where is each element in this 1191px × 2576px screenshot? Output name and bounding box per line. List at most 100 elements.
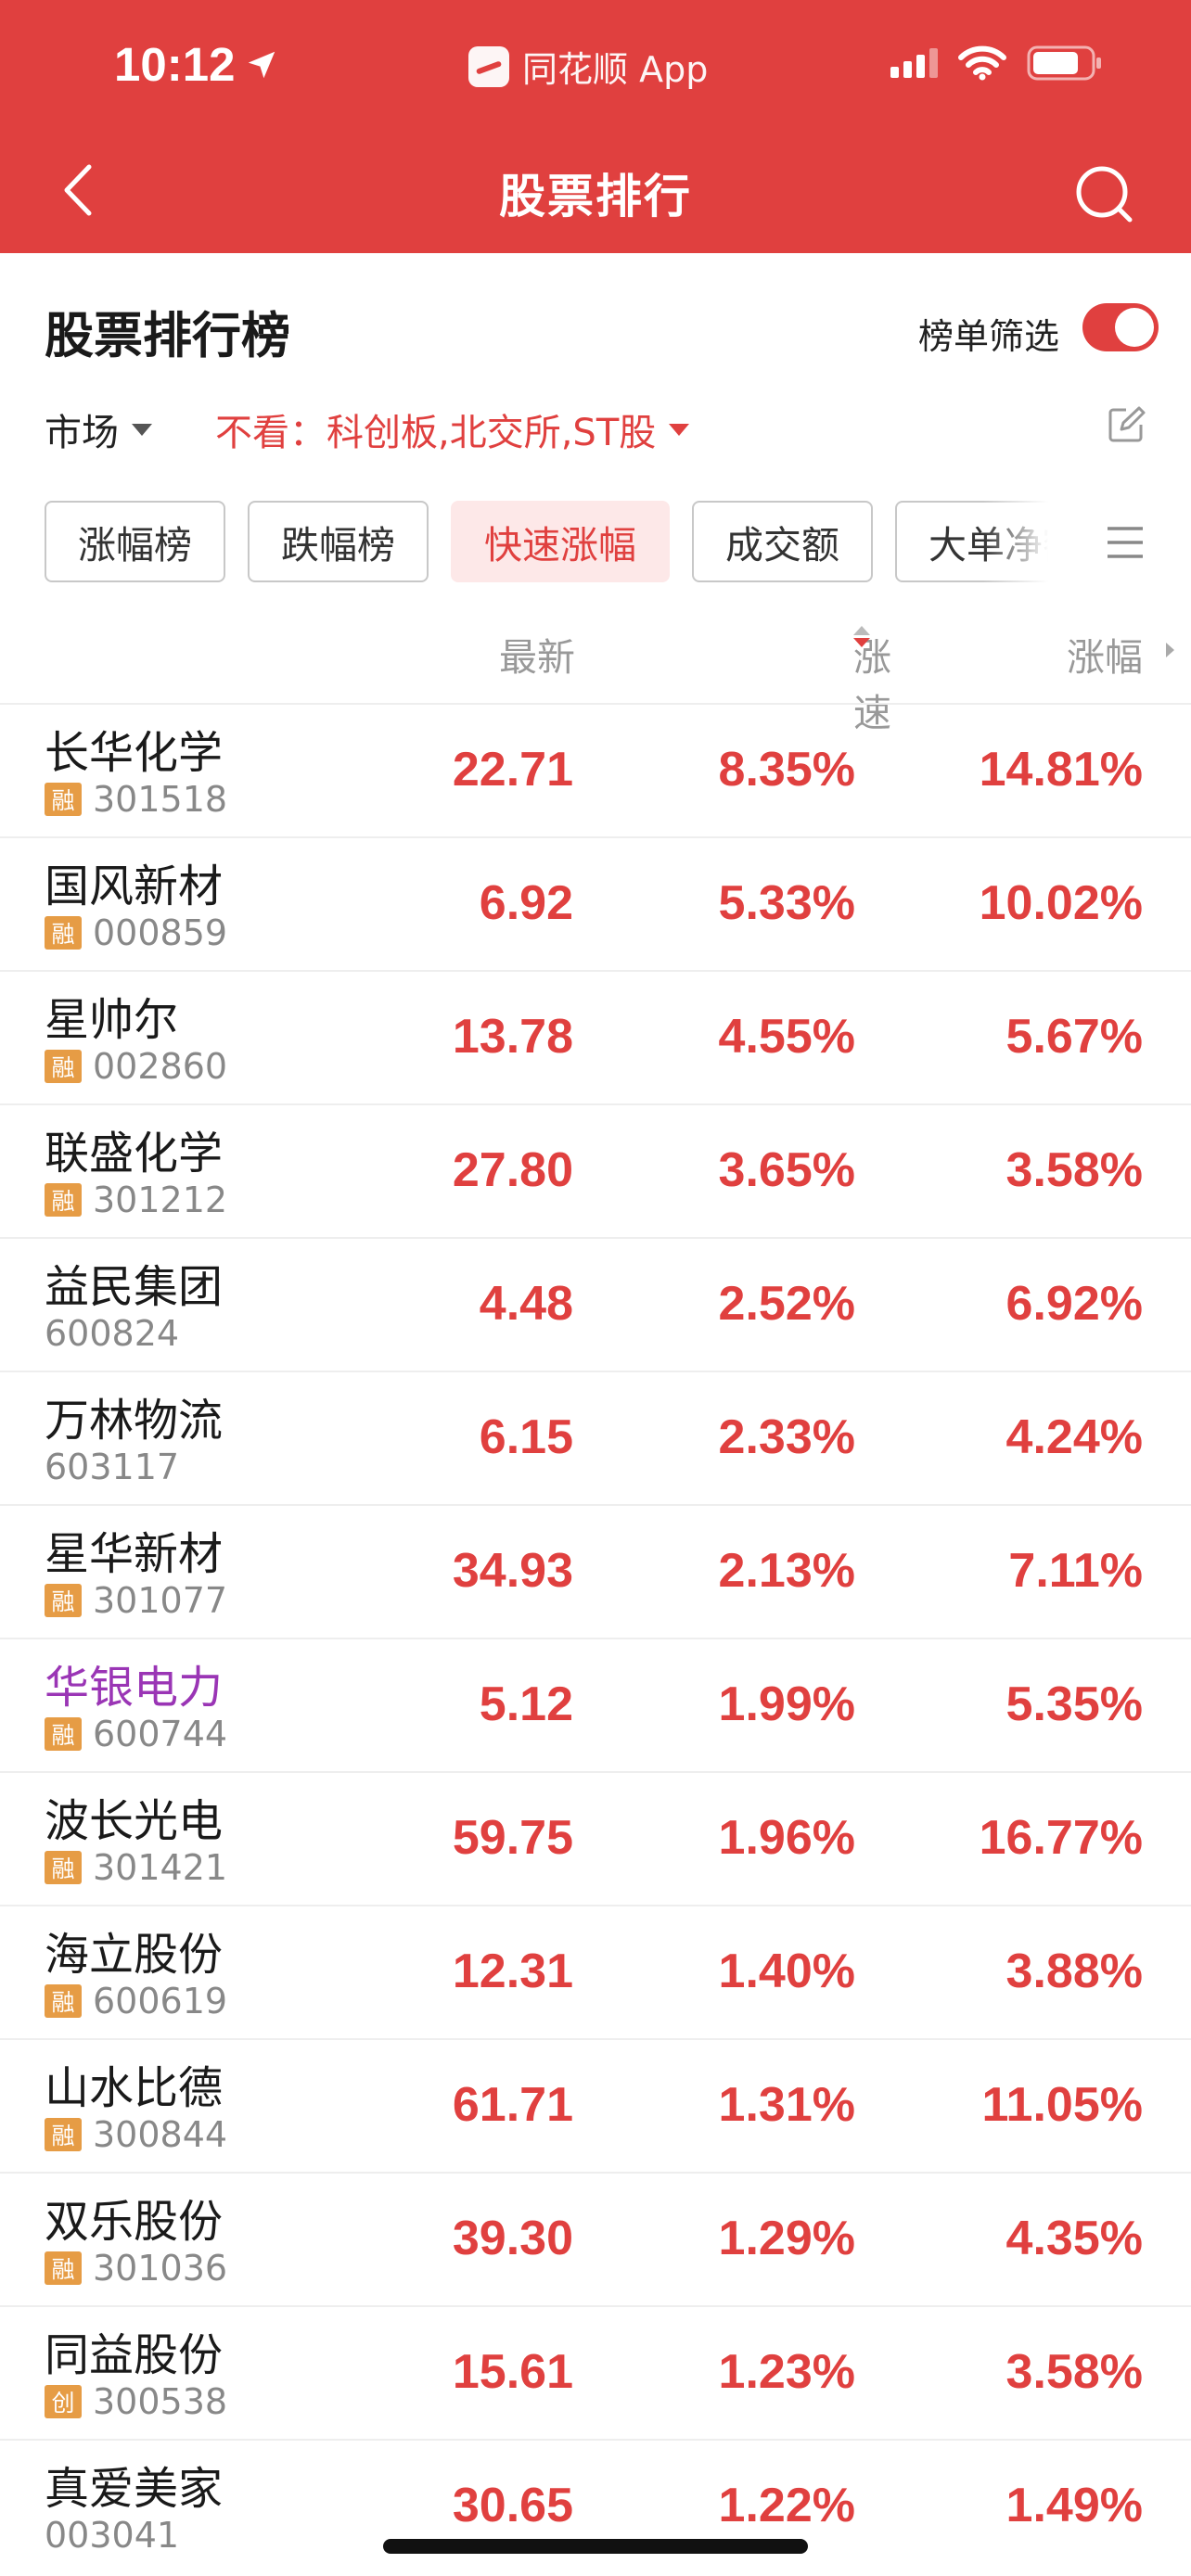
margin-badge: 融 <box>45 1984 82 2018</box>
latest-price: 27.80 <box>452 1143 573 1197</box>
tab-gainers[interactable]: 涨幅榜 <box>45 501 225 582</box>
stock-code: 301421 <box>93 1847 228 1888</box>
stock-code-line: 融 000859 <box>45 912 227 953</box>
tab-turnover[interactable]: 成交额 <box>692 501 873 582</box>
stock-row[interactable]: 同益股份 创 300538 15.61 1.23% 3.58% <box>0 2305 1191 2439</box>
market-dropdown[interactable]: 市场 <box>45 402 152 456</box>
latest-price: 5.12 <box>479 1677 573 1731</box>
column-latest[interactable]: 最新 <box>499 626 575 682</box>
stock-name: 海立股份 <box>45 1929 224 1981</box>
change-percent: 4.35% <box>1005 2212 1143 2265</box>
change-percent: 3.88% <box>1005 1945 1143 1998</box>
stock-row[interactable]: 益民集团 600824 4.48 2.52% 6.92% <box>0 1237 1191 1371</box>
stock-row[interactable]: 万林物流 603117 6.15 2.33% 4.24% <box>0 1371 1191 1504</box>
app-logo-icon <box>468 45 509 87</box>
market-label: 市场 <box>45 412 119 454</box>
stock-row[interactable]: 波长光电 融 301421 59.75 1.96% 16.77% <box>0 1771 1191 1905</box>
stock-name: 联盛化学 <box>45 1128 224 1180</box>
stock-name: 国风新材 <box>45 861 224 912</box>
stock-name: 益民集团 <box>45 1261 224 1313</box>
stock-code-line: 003041 <box>45 2515 179 2556</box>
back-to-app-label: 同花顺 App <box>522 49 709 90</box>
exclude-filter-label: 不看：科创板,北交所,ST股 <box>215 412 657 454</box>
stock-row[interactable]: 长华化学 融 301518 22.71 8.35% 14.81% <box>0 703 1191 836</box>
stock-name: 同益股份 <box>45 2329 224 2381</box>
stock-name: 华银电力 <box>45 1662 224 1714</box>
stock-row[interactable]: 海立股份 融 600619 12.31 1.40% 3.88% <box>0 1905 1191 2038</box>
rise-speed: 2.13% <box>718 1544 855 1598</box>
stock-row[interactable]: 星帅尔 融 002860 13.78 4.55% 5.67% <box>0 970 1191 1103</box>
rise-speed: 1.22% <box>718 2479 855 2532</box>
latest-price: 34.93 <box>452 1544 573 1598</box>
rise-speed: 8.35% <box>718 743 855 797</box>
margin-badge: 融 <box>45 1584 82 1617</box>
cellular-signal-icon <box>890 48 938 78</box>
search-icon[interactable] <box>1072 162 1135 225</box>
stock-code-line: 融 301077 <box>45 1580 227 1621</box>
change-percent: 1.49% <box>1005 2479 1143 2532</box>
exclude-filter-dropdown[interactable]: 不看：科创板,北交所,ST股 <box>215 402 690 456</box>
rise-speed: 5.33% <box>718 876 855 930</box>
stock-name: 星华新材 <box>45 1528 224 1580</box>
stock-code: 300538 <box>93 2381 228 2422</box>
rise-speed: 1.29% <box>718 2212 855 2265</box>
stock-code: 300844 <box>93 2114 228 2155</box>
ranking-title: 股票排行榜 <box>45 308 290 364</box>
margin-badge: 融 <box>45 2118 82 2151</box>
tabs-fade <box>983 501 1076 586</box>
more-columns-icon[interactable] <box>1166 643 1174 657</box>
stock-code: 003041 <box>45 2515 180 2556</box>
ranking-filter-toggle[interactable] <box>1082 303 1159 351</box>
menu-icon[interactable] <box>1106 525 1145 560</box>
latest-price: 61.71 <box>452 2078 573 2132</box>
latest-price: 12.31 <box>452 1945 573 1998</box>
stock-code-line: 融 002860 <box>45 1046 227 1087</box>
latest-price: 39.30 <box>452 2212 573 2265</box>
rise-speed: 2.52% <box>718 1277 855 1331</box>
latest-price: 59.75 <box>452 1811 573 1865</box>
stock-code-line: 融 301212 <box>45 1180 227 1220</box>
status-indicators <box>890 45 1103 82</box>
stock-code: 301036 <box>93 2248 228 2289</box>
rise-speed: 1.99% <box>718 1677 855 1731</box>
tab-losers[interactable]: 跌幅榜 <box>248 501 429 582</box>
latest-price: 6.15 <box>479 1410 573 1464</box>
back-to-app[interactable]: 同花顺 App <box>468 41 708 92</box>
stock-row[interactable]: 双乐股份 融 301036 39.30 1.29% 4.35% <box>0 2172 1191 2305</box>
stock-code: 603117 <box>45 1447 180 1487</box>
stock-code: 301212 <box>93 1180 228 1220</box>
stock-row[interactable]: 星华新材 融 301077 34.93 2.13% 7.11% <box>0 1504 1191 1638</box>
ranking-filter-label: 榜单筛选 <box>917 316 1059 357</box>
stock-name: 山水比德 <box>45 2062 224 2114</box>
status-time: 10:12 <box>114 37 279 92</box>
change-percent: 16.77% <box>979 1811 1143 1865</box>
rise-speed: 1.23% <box>718 2345 855 2399</box>
location-arrow-icon <box>249 51 275 78</box>
column-change[interactable]: 涨幅 <box>1067 626 1143 682</box>
stock-row[interactable]: 华银电力 融 600744 5.12 1.99% 5.35% <box>0 1638 1191 1771</box>
edit-icon[interactable] <box>1106 404 1146 445</box>
margin-badge: 融 <box>45 1183 82 1217</box>
stock-name: 长华化学 <box>45 727 224 779</box>
latest-price: 6.92 <box>479 876 573 930</box>
margin-badge: 融 <box>45 916 82 950</box>
stock-code: 002860 <box>93 1046 228 1087</box>
stock-name: 万林物流 <box>45 1395 224 1447</box>
column-headers: 最新 涨速 涨幅 <box>0 626 1191 735</box>
margin-badge: 创 <box>45 2385 82 2418</box>
caret-down-icon <box>669 423 690 436</box>
stock-name: 星帅尔 <box>45 994 179 1046</box>
margin-badge: 融 <box>45 1050 82 1083</box>
change-percent: 11.05% <box>981 2078 1144 2132</box>
stock-row[interactable]: 山水比德 融 300844 61.71 1.31% 11.05% <box>0 2038 1191 2172</box>
change-percent: 4.24% <box>1005 1410 1143 1464</box>
stock-row[interactable]: 联盛化学 融 301212 27.80 3.65% 3.58% <box>0 1103 1191 1237</box>
home-indicator <box>383 2539 808 2554</box>
rise-speed: 1.31% <box>718 2078 855 2132</box>
tab-fast-rise[interactable]: 快速涨幅 <box>451 501 670 582</box>
battery-icon <box>1027 45 1103 82</box>
rise-speed: 2.33% <box>718 1410 855 1464</box>
latest-price: 13.78 <box>452 1010 573 1064</box>
stock-code-line: 融 301518 <box>45 779 227 820</box>
stock-row[interactable]: 国风新材 融 000859 6.92 5.33% 10.02% <box>0 836 1191 970</box>
